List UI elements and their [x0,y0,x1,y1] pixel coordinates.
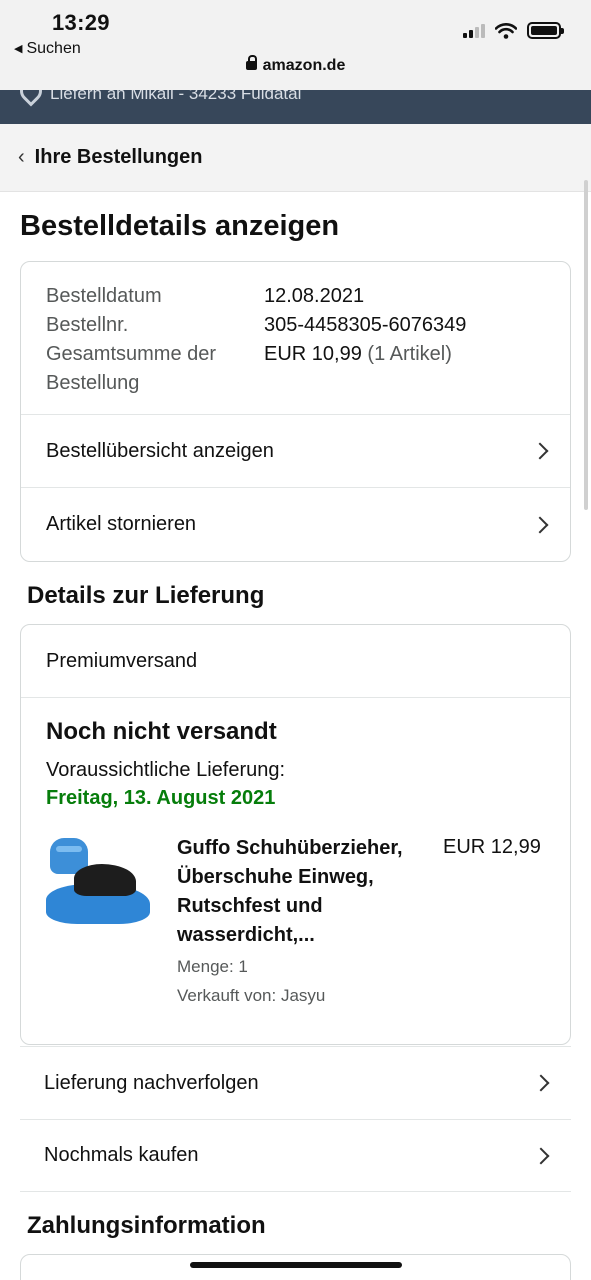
location-pin-icon [15,90,47,107]
delivery-card: Premiumversand Noch nicht versandt Vorau… [20,624,571,1045]
delivery-actions: Lieferung nachverfolgen Nochmals kaufen [20,1046,571,1192]
payment-section-title: Zahlungsinformation [27,1212,266,1239]
product-meta: Guffo Schuhüberzieher, Überschuhe Einweg… [177,834,427,1010]
deliver-to-bar[interactable]: Liefern an Mikail - 34233 Fuldatal [0,90,591,124]
url-text: amazon.de [262,57,346,74]
expected-delivery-label: Voraussichtliche Lieferung: [46,759,286,781]
cancel-items-label: Artikel stornieren [46,513,197,535]
buy-again-link[interactable]: Nochmals kaufen [20,1119,571,1192]
home-indicator[interactable] [190,1262,402,1268]
product-quantity: Menge: 1 [177,957,248,976]
order-total-label: Gesamtsumme der Bestellung [46,343,217,394]
order-number-row: Bestellnr. 305-4458305-6076349 [46,311,545,340]
address-bar[interactable]: amazon.de [0,55,591,75]
order-number-label: Bestellnr. [46,314,129,336]
battery-icon [527,22,564,39]
back-to-app-link[interactable]: ◀ Suchen [14,40,81,58]
order-date-value: 12.08.2021 [264,285,365,307]
lock-icon [245,55,257,70]
deliver-to-text: Liefern an Mikail - 34233 Fuldatal [50,90,302,103]
page-title: Bestelldetails anzeigen [20,210,340,242]
product-price: EUR 12,99 [443,836,541,858]
cancel-items-link[interactable]: Artikel stornieren [21,488,570,561]
order-total-row: Gesamtsumme der Bestellung EUR 10,99 (1 A… [46,340,545,398]
product-seller: Verkauft von: Jasyu [177,986,326,1005]
view-order-summary-link[interactable]: Bestellübersicht anzeigen [21,415,570,488]
wifi-icon [495,22,517,39]
scrollbar[interactable] [584,180,588,510]
order-number-value: 305-4458305-6076349 [264,314,467,336]
expected-delivery-date: Freitag, 13. August 2021 [46,787,276,809]
order-info: Bestelldatum 12.08.2021 Bestellnr. 305-4… [21,262,570,415]
clock: 13:29 [52,10,110,35]
cellular-signal-icon [463,23,485,38]
product-title-link[interactable]: Guffo Schuhüberzieher, Überschuhe Einweg… [177,834,427,950]
order-date-row: Bestelldatum 12.08.2021 [46,282,545,311]
chevron-right-icon [531,516,549,533]
order-date-label: Bestelldatum [46,285,162,307]
buy-again-label: Nochmals kaufen [44,1144,199,1166]
status-icons [463,22,564,39]
back-app-label: Suchen [26,40,81,57]
order-info-card: Bestelldatum 12.08.2021 Bestellnr. 305-4… [20,261,571,562]
track-package-label: Lieferung nachverfolgen [44,1071,259,1094]
back-triangle-icon: ◀ [14,43,23,55]
delivery-section-title: Details zur Lieferung [27,582,265,609]
shipment-status-heading: Noch nicht versandt [46,718,277,745]
ios-status-bar: 13:29 ◀ Suchen amazon.de [0,0,591,90]
chevron-right-icon [532,1074,550,1092]
chevron-right-icon [532,1147,550,1164]
chevron-right-icon [531,442,549,460]
shipment-status: Noch nicht versandt Voraussichtliche Lie… [21,698,570,1010]
order-item: Guffo Schuhüberzieher, Überschuhe Einweg… [46,834,545,1010]
breadcrumb-label: Ihre Bestellungen [34,146,203,168]
product-image[interactable] [46,834,151,934]
order-total-value: EUR 10,99 (1 Artikel) [264,343,452,365]
shipping-method: Premiumversand [21,625,570,698]
chevron-left-icon: ‹ [18,146,25,168]
track-package-link[interactable]: Lieferung nachverfolgen [20,1046,571,1119]
breadcrumb[interactable]: ‹ Ihre Bestellungen [0,124,591,192]
view-order-summary-label: Bestellübersicht anzeigen [46,439,274,462]
order-item-count: (1 Artikel) [367,343,452,365]
